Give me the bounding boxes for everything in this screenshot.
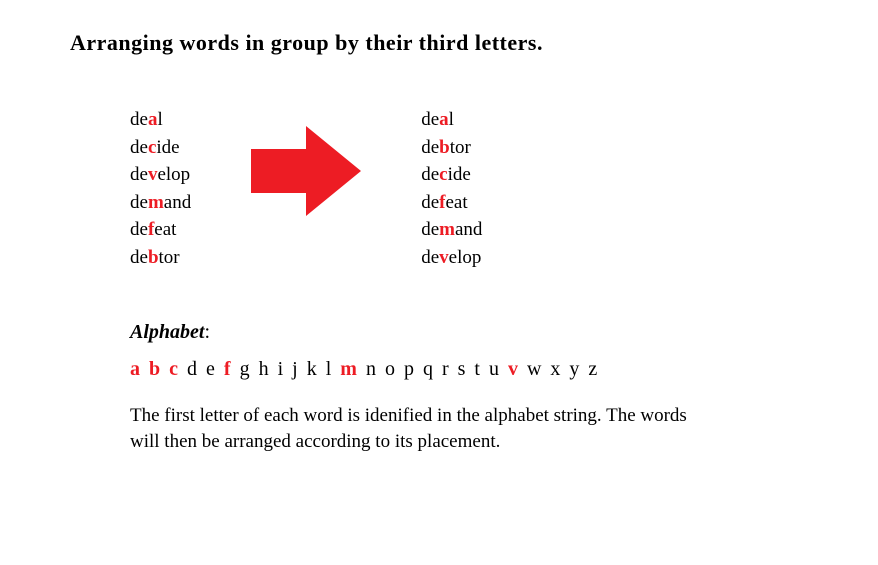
word-item: defeat (421, 189, 482, 217)
alphabet-letter: y (569, 358, 588, 380)
word-item: develop (421, 244, 482, 272)
alphabet-letter: n (366, 358, 385, 380)
document-page: Arranging words in group by their third … (0, 0, 878, 455)
word-item: defeat (130, 216, 191, 244)
alphabet-letter: o (385, 358, 404, 380)
alphabet-letter: t (474, 358, 489, 380)
alphabet-letter-highlight: c (169, 358, 187, 380)
page-title: Arranging words in group by their third … (70, 30, 808, 56)
word-item: debtor (130, 244, 191, 272)
alphabet-letter-highlight: m (340, 358, 366, 380)
alphabet-letter: r (442, 358, 458, 380)
highlighted-letter: b (439, 137, 450, 158)
alphabet-letter: x (550, 358, 569, 380)
alphabet-letter: j (292, 358, 307, 380)
alphabet-letter: z (588, 358, 599, 380)
highlighted-letter: m (439, 219, 455, 240)
explanation-block: Alphabet: a b c d e f g h i j k l m n o … (130, 321, 690, 454)
word-item: deal (130, 106, 191, 134)
highlighted-letter: a (439, 109, 449, 130)
alphabet-row: a b c d e f g h i j k l m n o p q r s t … (130, 358, 690, 381)
word-columns: dealdecidedevelopdemanddefeatdebtor deal… (130, 106, 808, 271)
alphabet-letter: d (187, 358, 206, 380)
word-item: develop (130, 161, 191, 189)
alphabet-heading: Alphabet: (130, 321, 690, 344)
highlighted-letter: c (439, 164, 447, 185)
alphabet-letter-highlight: f (224, 358, 240, 380)
alphabet-letter: e (206, 358, 224, 380)
alphabet-letter-highlight: a (130, 358, 149, 380)
alphabet-colon: : (204, 321, 210, 343)
alphabet-letter: g (240, 358, 259, 380)
highlighted-letter: b (148, 247, 159, 268)
word-item: deal (421, 106, 482, 134)
highlighted-letter: v (439, 247, 449, 268)
highlighted-letter: a (148, 109, 158, 130)
alphabet-letter: k (307, 358, 326, 380)
arrow-icon (231, 106, 381, 221)
word-item: decide (421, 161, 482, 189)
highlighted-letter: v (148, 164, 158, 185)
alphabet-letter-highlight: b (149, 358, 169, 380)
alphabet-letter: u (489, 358, 508, 380)
alphabet-letter: p (404, 358, 423, 380)
word-item: demand (421, 216, 482, 244)
word-item: decide (130, 134, 191, 162)
alphabet-letter-highlight: v (508, 358, 527, 380)
sorted-word-list: dealdebtordecidedefeatdemanddevelop (421, 106, 482, 271)
alphabet-letter: w (527, 358, 550, 380)
word-item: debtor (421, 134, 482, 162)
alphabet-letter: l (326, 358, 341, 380)
highlighted-letter: m (148, 192, 164, 213)
unsorted-word-list: dealdecidedevelopdemanddefeatdebtor (130, 106, 191, 271)
alphabet-letter: i (278, 358, 293, 380)
alphabet-letter: h (259, 358, 278, 380)
alphabet-letter: s (458, 358, 475, 380)
explanation-text: The first letter of each word is idenifi… (130, 403, 690, 454)
alphabet-label: Alphabet (130, 321, 204, 343)
word-item: demand (130, 189, 191, 217)
alphabet-letter: q (423, 358, 442, 380)
